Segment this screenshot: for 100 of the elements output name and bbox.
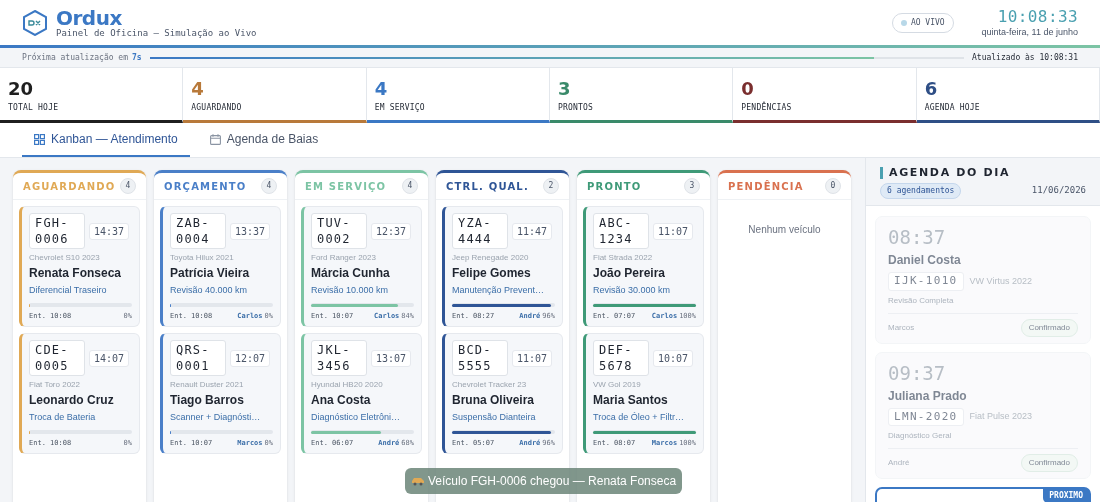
updated-label: Atualizado às 10:08:31 — [972, 51, 1078, 64]
service-label: Revisão 40.000 km — [170, 284, 249, 297]
next-badge: PROXIMO — [1043, 489, 1089, 502]
countdown: 7s — [131, 51, 142, 64]
appointment-time: 09:37 — [888, 360, 947, 385]
vehicle-model: Toyota Hilux 2021 — [170, 252, 235, 264]
column-title: AGUARDANDO — [23, 179, 116, 194]
appointment-card[interactable]: 09:37 Juliana Prado LMN-2020 Fiat Pulse 2023 Diagnóstico Geral André Confirmado — [875, 351, 1091, 479]
empty-message: Nenhum veículo — [747, 223, 822, 237]
vehicle-model: VW Virtus 2022 — [969, 274, 1032, 288]
clock: 10:08:33 — [997, 8, 1078, 25]
service-label: Scanner + Diagnósti… — [170, 411, 262, 424]
license-plate: ABC-1234 — [593, 213, 649, 249]
time-label: 11:47 — [512, 222, 553, 240]
time-label: 12:07 — [230, 349, 271, 367]
client-name: Ana Costa — [311, 392, 372, 409]
car-icon — [411, 476, 425, 486]
vehicle-model: Renault Duster 2021 — [170, 379, 245, 391]
time-label: 11:07 — [512, 349, 553, 367]
toast-message: Veículo FGH-0006 chegou — Renata Fonseca — [428, 473, 677, 490]
column-title: PENDÊNCIA — [728, 179, 804, 194]
client-name: Tiago Barros — [170, 392, 245, 409]
service-label: Diferencial Traseiro — [29, 284, 108, 297]
column-title: EM SERVIÇO — [305, 179, 387, 194]
service-label: Troca de Óleo + Filtr… — [593, 411, 685, 424]
time-label: 11:07 — [653, 222, 694, 240]
count-badge: 0 — [825, 178, 841, 194]
client-name: Felipe Gomes — [452, 265, 532, 282]
stat-value: 20 — [8, 80, 35, 98]
count-badge: 3 — [684, 178, 700, 194]
logo-icon — [22, 9, 48, 36]
vehicle-model: Jeep Renegade 2020 — [452, 252, 530, 264]
status-badge: Confirmado — [1020, 318, 1078, 337]
stat-value: 6 — [924, 80, 939, 98]
service-label: Diagnóstico Eletrôni… — [311, 411, 402, 424]
vehicle-model: VW Gol 2019 — [593, 379, 642, 391]
license-plate: DEF-5678 — [593, 340, 649, 376]
appointment-card[interactable]: PROXIMO — [875, 487, 1091, 502]
client-name: Bruna Oliveira — [452, 392, 536, 409]
vehicle-model: Fiat Pulse 2023 — [969, 410, 1033, 423]
appointment-card[interactable]: 08:37 Daniel Costa IJK-1010 VW Virtus 2022 Revisão Completa Marcos Confirmado — [875, 216, 1091, 344]
brand-name: Ordux — [56, 7, 122, 28]
client-name: Márcia Cunha — [311, 265, 391, 282]
tab[interactable]: Kanban — Atendimento — [22, 123, 190, 157]
license-plate: TUV-0002 — [311, 213, 367, 249]
app-subtitle: Painel de Oficina — Simulação ao Vivo — [56, 28, 257, 38]
vehicle-model: Ford Ranger 2023 — [311, 252, 377, 264]
stat-label: AGENDA HOJE — [924, 102, 981, 114]
license-plate: IJK-1010 — [888, 272, 964, 291]
stat-label: AGUARDANDO — [191, 102, 243, 114]
stat-value: 3 — [558, 80, 572, 98]
time-label: 13:07 — [371, 349, 412, 367]
status-badge: Confirmado — [1020, 454, 1078, 472]
calendar-icon — [209, 133, 221, 145]
license-plate: BCD-5555 — [452, 340, 508, 376]
client-name: Maria Santos — [593, 392, 669, 409]
appointment-time: 08:37 — [888, 225, 947, 249]
agenda-date: 11/06/2026 — [1031, 184, 1086, 198]
service-label: Suspensão Dianteira — [452, 411, 537, 424]
stat-label: EM SERVIÇO — [374, 102, 426, 114]
vehicle-model: Hyundai HB20 2020 — [311, 379, 384, 391]
time-label: 12:37 — [371, 222, 412, 240]
vehicle-model: Chevrolet Tracker 23 — [452, 379, 528, 391]
grid-icon — [34, 133, 45, 145]
client-name: Renata Fonseca — [29, 265, 123, 282]
service-label: Revisão Completa — [888, 294, 1078, 314]
time-label: 13:37 — [230, 222, 271, 240]
count-badge: 6 agendamentos — [880, 183, 962, 199]
client-name: Patrícia Vieira — [170, 265, 251, 282]
stat-label: TOTAL HOJE — [8, 102, 60, 114]
vehicle-model: Fiat Toro 2022 — [29, 379, 81, 391]
license-plate: LMN-2020 — [888, 407, 964, 426]
license-plate: CDE-0005 — [29, 340, 85, 376]
service-label: Revisão 10.000 km — [311, 284, 390, 297]
time-label: 14:37 — [89, 222, 130, 240]
license-plate: YZA-4444 — [452, 213, 508, 249]
license-plate: ZAB-0004 — [170, 213, 226, 249]
service-label: Manutenção Prevent… — [452, 284, 546, 297]
stat-label: PENDÊNCIAS — [741, 102, 793, 114]
service-label: Revisão 30.000 km — [593, 284, 672, 297]
stat-value: 4 — [374, 80, 389, 98]
tab[interactable]: Agenda de Baias — [197, 123, 331, 157]
technician-name: André — [888, 457, 910, 469]
stat-value: 0 — [741, 80, 755, 98]
column-title: CTRL. QUAL. — [446, 179, 529, 194]
license-plate: QRS-0001 — [170, 340, 226, 376]
count-badge: 4 — [261, 178, 277, 194]
column-title: PRONTO — [587, 179, 642, 194]
license-plate: JKL-3456 — [311, 340, 367, 376]
time-label: 10:07 — [653, 349, 694, 367]
time-label: 14:07 — [89, 349, 130, 367]
stat-label: PRONTOS — [558, 102, 595, 114]
vehicle-model: Fiat Strada 2022 — [593, 252, 654, 264]
count-badge: 4 — [402, 178, 418, 194]
license-plate: FGH-0006 — [29, 213, 85, 249]
count-badge: 2 — [543, 178, 559, 194]
agenda-title: AGENDA DO DIA — [880, 167, 1086, 179]
column-title: ORÇAMENTO — [164, 179, 247, 194]
client-name: Juliana Prado — [888, 387, 968, 405]
service-label: Diagnóstico Geral — [888, 430, 1078, 449]
